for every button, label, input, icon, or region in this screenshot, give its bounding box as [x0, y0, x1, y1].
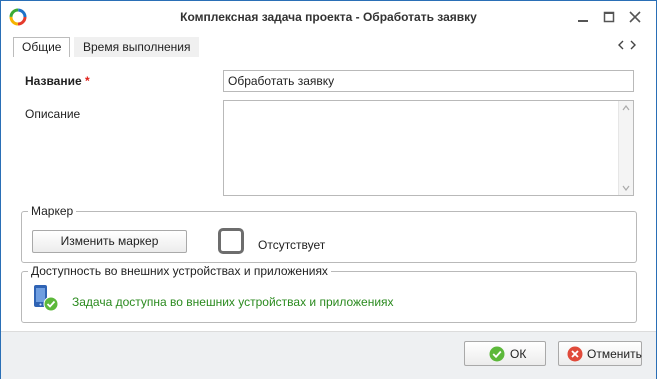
dialog-footer: ОК Отменить [1, 331, 656, 379]
description-scrollbar[interactable] [618, 101, 633, 195]
ok-label: ОК [510, 347, 527, 361]
marker-preview[interactable] [218, 228, 244, 254]
cancel-label: Отменить [587, 347, 642, 361]
general-tab-panel: Название * Описание Маркер Изменить марк… [11, 57, 647, 327]
maximize-button[interactable] [599, 7, 619, 27]
ok-check-icon [489, 346, 505, 362]
mobile-device-check-icon [32, 284, 60, 312]
marker-status: Отсутствует [258, 238, 326, 252]
required-mark: * [85, 74, 90, 88]
availability-message: Задача доступна во внешних устройствах и… [72, 295, 394, 309]
dialog-window: Комплексная задача проекта - Обработать … [0, 0, 657, 379]
tab-scroll-left-icon[interactable] [616, 39, 626, 51]
change-marker-button[interactable]: Изменить маркер [32, 230, 187, 253]
name-label-text: Название [25, 74, 82, 88]
minimize-icon [578, 20, 588, 22]
cancel-x-icon [567, 346, 583, 362]
minimize-button[interactable] [573, 7, 593, 27]
window-title: Комплексная задача проекта - Обработать … [180, 10, 477, 24]
description-textarea[interactable] [223, 100, 634, 196]
description-label: Описание [25, 107, 81, 121]
close-button[interactable] [625, 7, 645, 27]
marker-group-legend: Маркер [28, 204, 77, 218]
name-label: Название * [25, 74, 90, 88]
tab-execution-time[interactable]: Время выполнения [74, 37, 200, 57]
title-bar[interactable]: Комплексная задача проекта - Обработать … [1, 1, 656, 33]
scroll-arrows-icon [622, 105, 630, 191]
ok-button[interactable]: ОК [464, 341, 546, 366]
maximize-icon [603, 11, 615, 23]
tab-bar: Общие Время выполнения [11, 35, 639, 58]
name-input[interactable] [223, 70, 634, 92]
marker-group: Маркер Изменить маркер Отсутствует [21, 204, 637, 263]
availability-group-legend: Доступность во внешних устройствах и при… [28, 264, 331, 278]
description-text [224, 101, 633, 107]
close-icon [629, 11, 641, 23]
cancel-button[interactable]: Отменить [558, 341, 642, 366]
availability-group: Доступность во внешних устройствах и при… [21, 264, 637, 323]
tab-scroll-right-icon[interactable] [628, 39, 638, 51]
tab-general[interactable]: Общие [13, 37, 71, 58]
